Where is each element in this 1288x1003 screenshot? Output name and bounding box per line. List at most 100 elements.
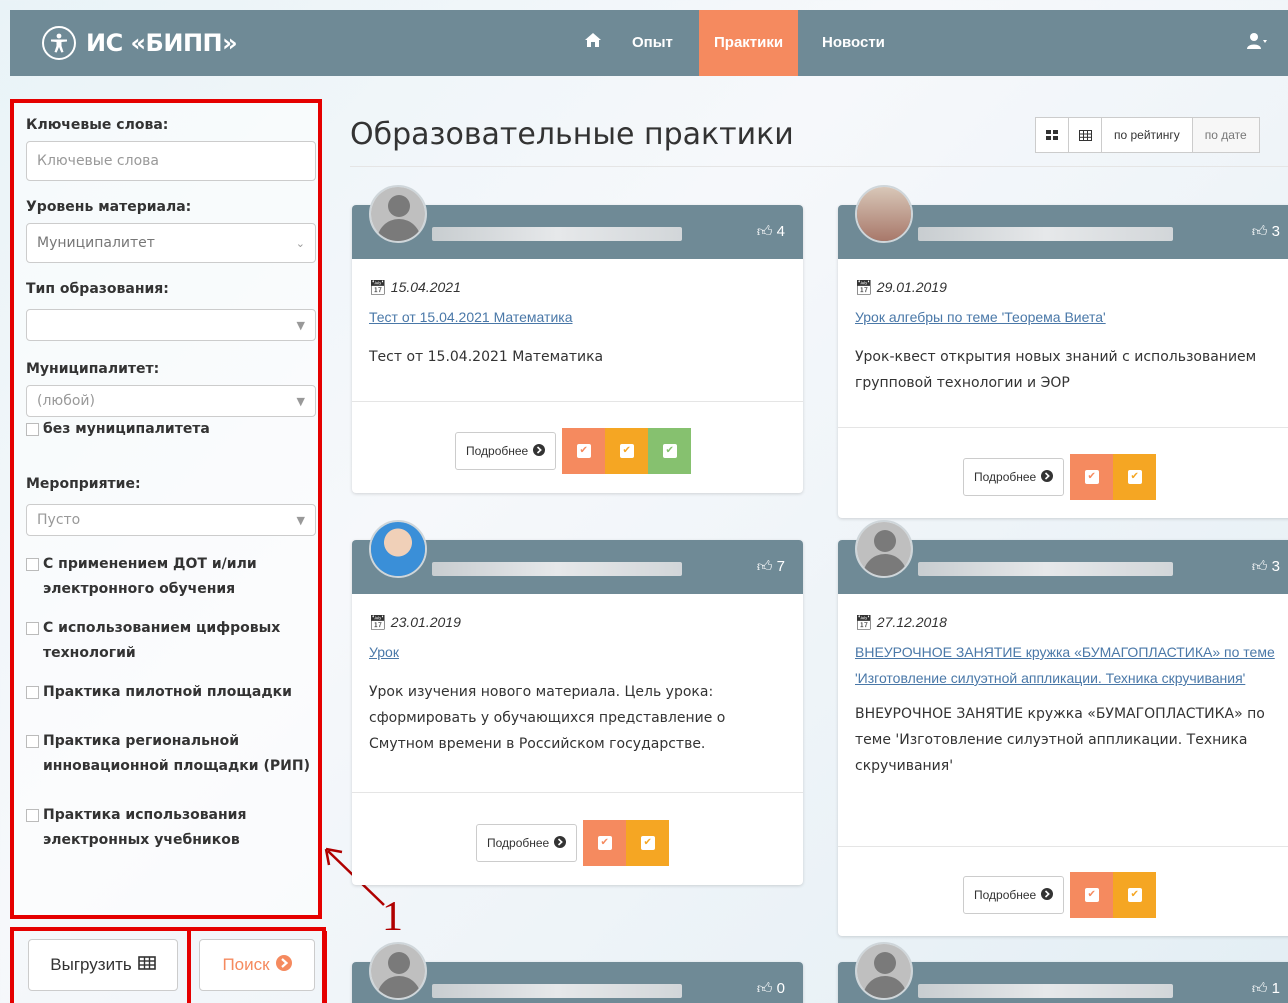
- check-badge-orange: ✔: [583, 820, 627, 866]
- more-button[interactable]: Подробнее: [963, 458, 1065, 496]
- check-badge-yellow: ✔: [1113, 872, 1157, 918]
- likes-value: 7: [776, 558, 785, 575]
- card-divider: [838, 846, 1288, 847]
- author-name-redacted: [918, 227, 1173, 241]
- checkbox-distance[interactable]: С применением ДОТ и/или электронного обу…: [26, 552, 314, 602]
- card-title-link[interactable]: Урок: [369, 639, 786, 665]
- arrow-circle-right-icon: [275, 954, 292, 976]
- check-badge-green: ✔: [648, 428, 692, 474]
- card-title-link[interactable]: Урок алгебры по теме 'Теорема Виета': [855, 304, 1281, 330]
- grid-view-button[interactable]: [1035, 117, 1069, 153]
- user-menu-icon[interactable]: [1246, 32, 1268, 55]
- checkbox-label: Практика пилотной площадки: [43, 684, 292, 700]
- card-date: 📅︎ 29.01.2019: [855, 279, 1281, 296]
- checkbox-box[interactable]: [26, 423, 39, 436]
- caret-down-icon: ▼: [296, 513, 305, 527]
- practice-card: 👍︎ 3 📅︎ 27.12.2018 ВНЕУРОЧНОЕ ЗАНЯТИЕ кру…: [838, 520, 1288, 936]
- more-button[interactable]: Подробнее: [455, 432, 557, 470]
- check-icon: ✔: [1084, 470, 1099, 484]
- check-icon: ✔: [576, 444, 591, 458]
- home-icon[interactable]: [584, 32, 602, 53]
- search-button[interactable]: Поиск: [199, 939, 315, 991]
- event-select[interactable]: Пусто ▼: [26, 504, 316, 536]
- checkbox-label: Практика региональной инновационной площ…: [43, 733, 310, 774]
- arrow-circle-right-icon: [533, 443, 546, 459]
- likes-value: 0: [776, 980, 785, 997]
- thumbs-up-icon: 👍︎: [1251, 223, 1268, 240]
- card-title-link[interactable]: Тест от 15.04.2021 Математика: [369, 304, 786, 330]
- more-label: Подробнее: [974, 470, 1037, 484]
- avatar: [369, 520, 427, 578]
- action-panel: Выгрузить Поиск: [10, 927, 327, 1003]
- table-icon: [1078, 129, 1092, 141]
- check-badge-yellow: ✔: [1113, 454, 1157, 500]
- more-button[interactable]: Подробнее: [476, 824, 578, 862]
- card-body: 📅︎ 23.01.2019 Урок Урок изучения нового м…: [369, 614, 786, 757]
- card-body: 📅︎ 27.12.2018 ВНЕУРОЧНОЕ ЗАНЯТИЕ кружка «…: [855, 614, 1281, 779]
- card-body: 📅︎ 29.01.2019 Урок алгебры по теме 'Теоре…: [855, 279, 1281, 396]
- sort-rating-button[interactable]: по рейтингу: [1101, 117, 1193, 153]
- export-button[interactable]: Выгрузить: [28, 939, 178, 991]
- card-divider: [838, 427, 1288, 428]
- date-value: 27.12.2018: [876, 614, 947, 630]
- arrow-circle-right-icon: [1041, 887, 1054, 903]
- level-select[interactable]: Муниципалитет ⌄: [26, 223, 316, 263]
- check-badge-yellow: ✔: [626, 820, 670, 866]
- keywords-input[interactable]: Ключевые слова: [26, 141, 316, 181]
- municipality-select[interactable]: (любой) ▼: [26, 385, 316, 417]
- no-municipality-label: без муниципалитета: [43, 421, 210, 437]
- brand[interactable]: ИС «БИПП»: [42, 26, 238, 60]
- likes-count: 👍︎ 4: [757, 223, 785, 241]
- calendar-icon: 📅︎: [369, 614, 387, 630]
- checkbox-box[interactable]: [26, 735, 39, 748]
- checkbox-digital[interactable]: С использованием цифровых технологий: [26, 616, 314, 666]
- checkbox-pilot[interactable]: Практика пилотной площадки: [26, 680, 314, 705]
- card-description: Урок изучения нового материала. Цель уро…: [369, 684, 726, 752]
- edu-type-select[interactable]: ▼: [26, 309, 316, 341]
- calendar-icon: 📅︎: [855, 614, 873, 630]
- checkbox-box[interactable]: [26, 622, 39, 635]
- likes-value: 3: [1271, 223, 1280, 240]
- author-name-redacted: [432, 227, 682, 241]
- likes-value: 4: [776, 223, 785, 240]
- sort-date-button[interactable]: по дате: [1191, 117, 1260, 153]
- brand-title: ИС «БИПП»: [86, 29, 238, 57]
- check-icon: ✔: [1127, 470, 1142, 484]
- nav-experience[interactable]: Опыт: [617, 10, 688, 76]
- check-badge-orange: ✔: [562, 428, 606, 474]
- checkbox-box[interactable]: [26, 809, 39, 822]
- author-name-redacted: [432, 562, 682, 576]
- chevron-down-icon: ⌄: [295, 236, 305, 250]
- practice-card: 👍︎ 0: [352, 942, 803, 1003]
- more-button[interactable]: Подробнее: [963, 876, 1065, 914]
- avatar: [369, 185, 427, 243]
- checkbox-rip[interactable]: Практика региональной инновационной площ…: [26, 729, 314, 779]
- more-label: Подробнее: [466, 444, 529, 458]
- checkbox-ebooks[interactable]: Практика использования электронных учебн…: [26, 803, 314, 853]
- checkbox-box[interactable]: [26, 558, 39, 571]
- annotation-number: 1: [382, 894, 403, 940]
- export-label: Выгрузить: [50, 955, 132, 974]
- avatar: [855, 520, 913, 578]
- no-municipality-checkbox[interactable]: без муниципалитета: [26, 417, 314, 442]
- checkbox-label: С использованием цифровых технологий: [43, 620, 281, 661]
- thumbs-up-icon: 👍︎: [1251, 980, 1268, 997]
- card-title-link[interactable]: ВНЕУРОЧНОЕ ЗАНЯТИЕ кружка «БУМАГОПЛАСТИК…: [855, 639, 1281, 691]
- nav-news[interactable]: Новости: [807, 10, 900, 76]
- check-badge-yellow: ✔: [605, 428, 649, 474]
- table-icon: [137, 955, 156, 975]
- caret-down-icon: ▼: [296, 318, 305, 332]
- date-value: 29.01.2019: [876, 279, 947, 295]
- avatar: [369, 942, 427, 1000]
- thumbs-up-icon: 👍︎: [756, 223, 773, 240]
- likes-value: 3: [1271, 558, 1280, 575]
- arrow-circle-right-icon: [1041, 469, 1054, 485]
- nav-practices[interactable]: Практики: [699, 10, 799, 76]
- card-divider: [352, 792, 803, 793]
- level-label: Уровень материала:: [26, 199, 192, 215]
- avatar: [855, 185, 913, 243]
- event-label: Мероприятие:: [26, 476, 141, 492]
- table-view-button[interactable]: [1068, 117, 1102, 153]
- card-actions: Подробнее ✔ ✔: [476, 820, 670, 866]
- checkbox-box[interactable]: [26, 686, 39, 699]
